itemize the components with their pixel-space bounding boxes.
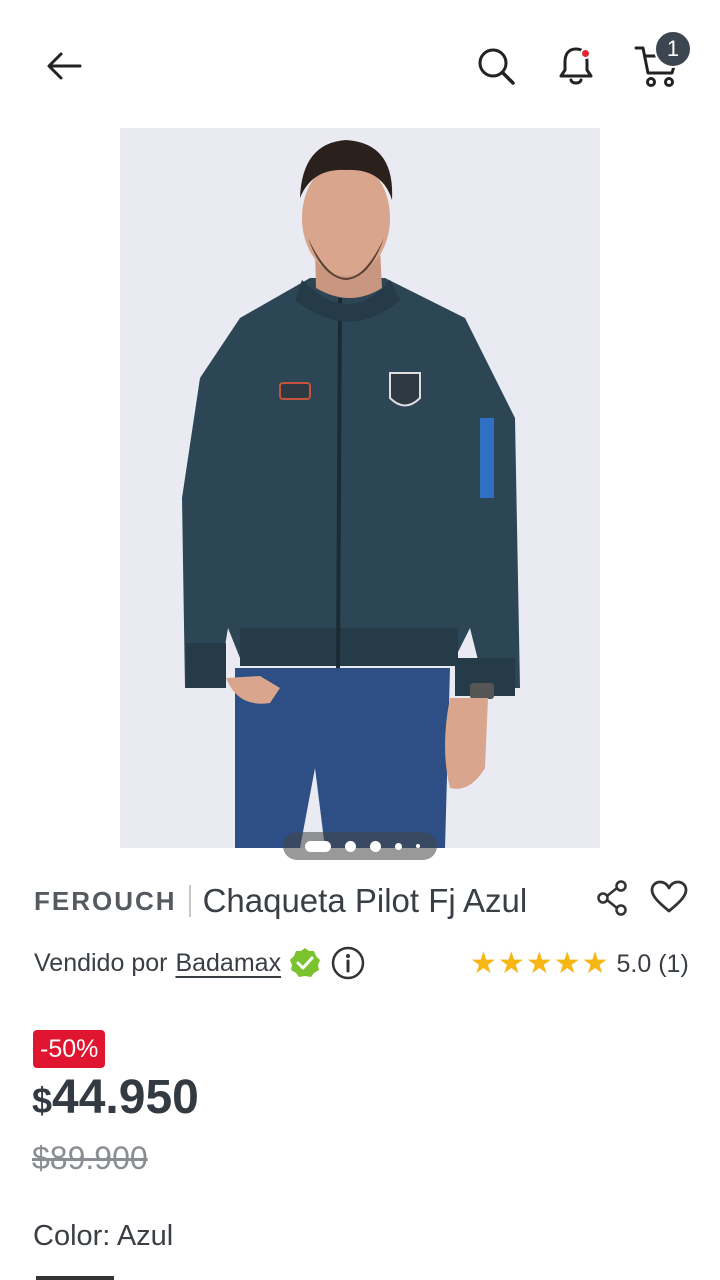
price-amount: 44.950: [52, 1071, 199, 1124]
arrow-left-icon: [47, 52, 82, 80]
star-icon: ★: [581, 947, 609, 980]
star-icon: ★: [497, 947, 525, 980]
info-icon[interactable]: [331, 946, 365, 980]
gallery-pagination-dots[interactable]: [283, 832, 437, 860]
verified-badge-icon: [290, 948, 321, 977]
heart-icon: [650, 880, 688, 913]
star-icon: ★: [470, 947, 497, 980]
pagination-dot[interactable]: [395, 842, 402, 850]
product-photo: [120, 128, 600, 848]
seller-row: Vendido por Badamax: [34, 942, 365, 984]
notification-dot: [580, 48, 591, 59]
product-title: Chaqueta Pilot Fj Azul: [202, 882, 528, 919]
pagination-dot[interactable]: [416, 844, 420, 848]
title-divider: [188, 885, 191, 917]
current-price: $44.950: [32, 1070, 199, 1125]
share-button[interactable]: [594, 878, 630, 918]
star-icon: ★: [525, 947, 553, 980]
pagination-dot[interactable]: [370, 840, 381, 852]
color-option-edge[interactable]: [36, 1276, 114, 1280]
top-bar: 1: [0, 0, 720, 120]
search-button[interactable]: [472, 40, 520, 92]
product-title-row: FEROUCH Chaqueta Pilot Fj Azul: [34, 878, 594, 924]
seller-link[interactable]: Badamax: [175, 949, 281, 978]
rating-row[interactable]: ★ ★ ★ ★ ★ 5.0 (1): [470, 946, 689, 982]
product-image-gallery[interactable]: [120, 128, 600, 848]
favorite-button[interactable]: [648, 876, 690, 918]
search-icon: [478, 48, 515, 85]
rating-value: 5.0 (1): [616, 949, 689, 978]
brand-name[interactable]: FEROUCH: [34, 886, 177, 917]
price-currency: $: [32, 1080, 53, 1121]
original-price: $89.900: [32, 1140, 148, 1176]
discount-badge: -50%: [33, 1030, 106, 1068]
cart-count-badge: 1: [654, 30, 692, 68]
pagination-dot-active[interactable]: [305, 840, 331, 852]
color-label: Color: Azul: [33, 1220, 174, 1252]
pagination-dot[interactable]: [345, 840, 356, 852]
notifications-button[interactable]: [552, 40, 600, 92]
sold-by-label: Vendido por: [34, 948, 168, 977]
share-icon: [597, 880, 627, 916]
star-icon: ★: [553, 947, 581, 980]
cart-button[interactable]: 1: [628, 30, 692, 94]
rating-stars: ★ ★ ★ ★ ★: [470, 949, 609, 979]
back-button[interactable]: [40, 44, 88, 88]
